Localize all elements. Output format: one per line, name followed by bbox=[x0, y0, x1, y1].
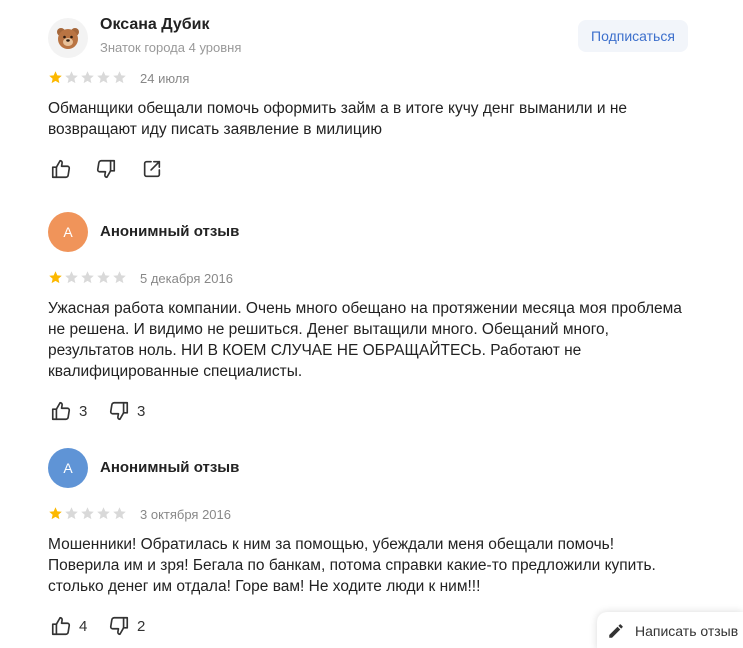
star-empty-icon bbox=[97, 71, 110, 84]
avatar[interactable] bbox=[48, 18, 88, 58]
star-empty-icon bbox=[65, 271, 78, 284]
star-rating bbox=[48, 270, 127, 285]
thumbs-down-icon bbox=[96, 159, 116, 179]
avatar: А bbox=[48, 448, 88, 488]
star-empty-icon bbox=[65, 507, 78, 520]
review-card: А Анонимный отзыв 5 декабря 2016 Ужасная… bbox=[48, 212, 708, 424]
thumbs-up-icon bbox=[51, 159, 71, 179]
star-empty-icon bbox=[81, 271, 94, 284]
review-author: А Анонимный отзыв bbox=[48, 212, 708, 260]
author-name: Анонимный отзыв bbox=[100, 459, 240, 476]
thumbs-down-icon bbox=[109, 616, 129, 636]
avatar: А bbox=[48, 212, 88, 252]
write-review-label: Написать отзыв bbox=[635, 623, 739, 639]
review-date: 5 декабря 2016 bbox=[140, 271, 233, 286]
like-button[interactable] bbox=[50, 158, 72, 180]
star-empty-icon bbox=[113, 71, 126, 84]
star-empty-icon bbox=[97, 271, 110, 284]
review-actions bbox=[48, 158, 708, 182]
dislike-button[interactable] bbox=[95, 158, 117, 180]
star-rating bbox=[48, 70, 127, 85]
review-text: Ужасная работа компании. Очень много обе… bbox=[48, 300, 682, 380]
review-card: А Анонимный отзыв 3 октября 2016 Мошенни… bbox=[48, 448, 708, 639]
star-empty-icon bbox=[81, 71, 94, 84]
bear-avatar-icon bbox=[57, 28, 79, 49]
dislike-count: 2 bbox=[137, 617, 146, 635]
rating-row: 24 июля bbox=[48, 70, 708, 92]
review-date: 24 июля bbox=[140, 71, 190, 86]
star-empty-icon bbox=[113, 507, 126, 520]
share-icon bbox=[143, 160, 161, 178]
dislike-button[interactable]: 2 bbox=[108, 615, 145, 637]
thumbs-up-icon bbox=[51, 401, 71, 421]
review-text: Мошенники! Обратилась к ним за помощью, … bbox=[48, 536, 656, 595]
review-author: Оксана Дубик Знаток города 4 уровня Подп… bbox=[48, 12, 708, 60]
review-actions: 3 3 bbox=[48, 400, 708, 424]
pencil-icon bbox=[609, 624, 623, 638]
write-review-button[interactable]: Написать отзыв bbox=[597, 612, 743, 648]
share-button[interactable] bbox=[141, 158, 163, 180]
review-author: А Анонимный отзыв bbox=[48, 448, 708, 496]
subscribe-button[interactable]: Подписаться bbox=[578, 20, 688, 52]
thumbs-up-icon bbox=[51, 616, 71, 636]
like-button[interactable]: 3 bbox=[50, 400, 87, 422]
dislike-count: 3 bbox=[137, 402, 146, 420]
star-empty-icon bbox=[97, 507, 110, 520]
like-button[interactable]: 4 bbox=[50, 615, 87, 637]
star-rating bbox=[48, 506, 127, 521]
like-count: 4 bbox=[79, 617, 88, 635]
review-text: Обманщики обещали помочь оформить займ а… bbox=[48, 100, 628, 138]
rating-row: 3 октября 2016 bbox=[48, 506, 708, 528]
review-card: Оксана Дубик Знаток города 4 уровня Подп… bbox=[48, 12, 708, 182]
star-empty-icon bbox=[81, 507, 94, 520]
rating-row: 5 декабря 2016 bbox=[48, 270, 708, 292]
author-level: Знаток города 4 уровня bbox=[100, 40, 242, 55]
author-name[interactable]: Оксана Дубик bbox=[100, 16, 209, 34]
dislike-button[interactable]: 3 bbox=[108, 400, 145, 422]
star-filled-icon bbox=[49, 271, 62, 284]
reviews-page: Оксана Дубик Знаток города 4 уровня Подп… bbox=[0, 0, 743, 648]
star-empty-icon bbox=[65, 71, 78, 84]
author-name: Анонимный отзыв bbox=[100, 223, 240, 240]
like-count: 3 bbox=[79, 402, 88, 420]
review-date: 3 октября 2016 bbox=[140, 507, 231, 522]
star-empty-icon bbox=[113, 271, 126, 284]
star-filled-icon bbox=[49, 71, 62, 84]
star-filled-icon bbox=[49, 507, 62, 520]
thumbs-down-icon bbox=[109, 401, 129, 421]
